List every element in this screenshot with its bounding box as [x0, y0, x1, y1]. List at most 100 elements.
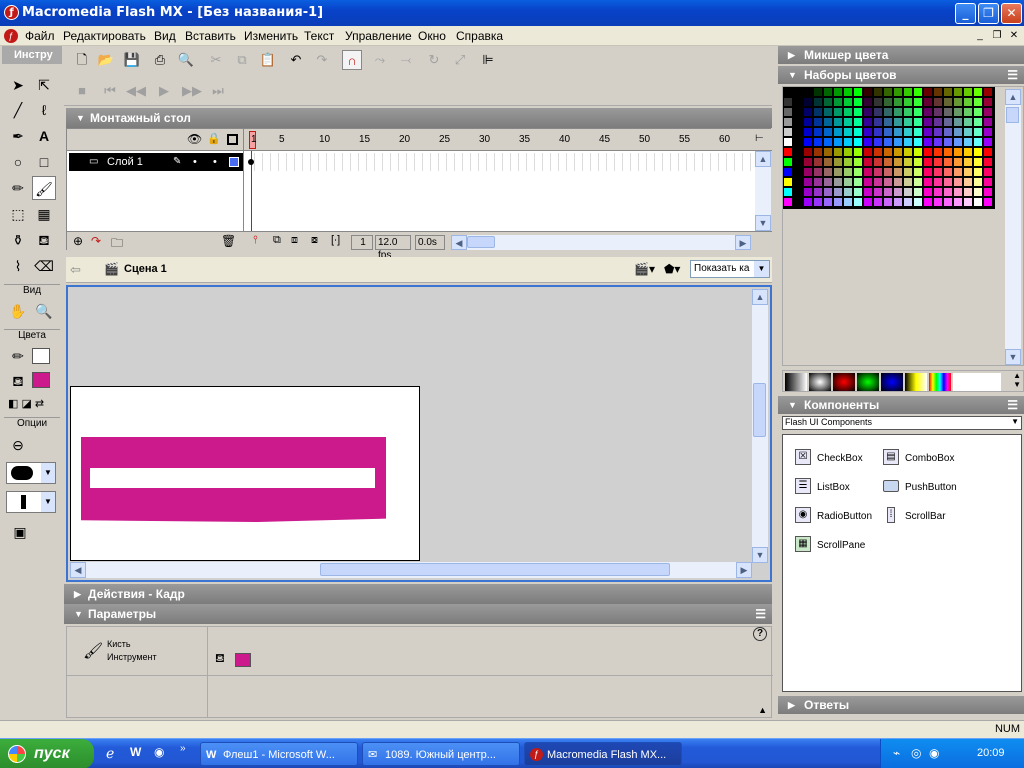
color-swatch[interactable] [864, 178, 872, 186]
stage-vscrollbar[interactable]: ▲ ▼ [752, 289, 768, 563]
color-swatch[interactable] [814, 148, 822, 156]
color-swatch[interactable] [794, 128, 802, 136]
menu-file[interactable]: Файл [25, 29, 55, 43]
current-frame-field[interactable]: 1 [351, 235, 373, 250]
color-swatch[interactable] [954, 118, 962, 126]
menu-edit[interactable]: Редактировать [63, 29, 146, 43]
color-swatch[interactable] [804, 188, 812, 196]
lock-dot-icon[interactable]: • [213, 153, 217, 171]
color-swatch[interactable] [914, 178, 922, 186]
step-forward-icon[interactable]: ▶▶ [182, 81, 202, 101]
fill-transform-tool-icon[interactable]: ▦ [32, 202, 56, 226]
copy-icon[interactable]: ⧉ [232, 50, 252, 70]
color-swatch[interactable] [954, 168, 962, 176]
color-swatch[interactable] [834, 138, 842, 146]
color-swatch[interactable] [874, 108, 882, 116]
restore-button[interactable]: ❐ [978, 3, 999, 24]
color-swatch[interactable] [874, 158, 882, 166]
color-swatch[interactable] [954, 198, 962, 206]
new-file-icon[interactable]: 🗋 [72, 50, 92, 70]
color-swatch[interactable] [984, 118, 992, 126]
color-swatch[interactable] [874, 138, 882, 146]
scroll-down-icon[interactable]: ▼ [1005, 349, 1021, 365]
color-swatch[interactable] [934, 128, 942, 136]
color-swatch[interactable] [834, 158, 842, 166]
scroll-up-icon[interactable]: ▲ [1005, 89, 1021, 105]
color-swatch[interactable] [874, 118, 882, 126]
color-swatch[interactable] [874, 98, 882, 106]
color-swatch[interactable] [954, 178, 962, 186]
color-swatch[interactable] [864, 198, 872, 206]
panel-menu-icon[interactable]: ☰ [1007, 396, 1018, 414]
color-swatch[interactable] [794, 98, 802, 106]
doc-minimize-button[interactable]: _ [972, 29, 988, 43]
color-swatch[interactable] [974, 88, 982, 96]
color-swatch[interactable] [854, 108, 862, 116]
color-swatch[interactable] [934, 148, 942, 156]
color-swatch[interactable] [844, 88, 852, 96]
color-swatch[interactable] [984, 138, 992, 146]
fps-field[interactable]: 12.0 fps [375, 235, 411, 261]
color-swatch[interactable] [934, 138, 942, 146]
keyframe-dot[interactable] [248, 159, 254, 165]
zoom-select[interactable]: Показать ка ▼ [690, 260, 770, 278]
edit-multiple-icon[interactable]: ⧇ [311, 234, 318, 247]
color-swatch[interactable] [924, 178, 932, 186]
checkbox-component-icon[interactable]: ☒ [795, 449, 811, 465]
color-swatch[interactable] [934, 158, 942, 166]
save-icon[interactable]: 💾 [122, 50, 142, 70]
rewind-icon[interactable]: ⏮ [100, 81, 120, 101]
color-swatch[interactable] [944, 148, 952, 156]
oval-tool-icon[interactable]: ○ [6, 150, 30, 174]
redo-icon[interactable]: ↷ [312, 50, 332, 70]
color-swatch[interactable] [954, 138, 962, 146]
color-swatch[interactable] [924, 138, 932, 146]
color-swatch[interactable] [834, 148, 842, 156]
onion-skin-icon[interactable]: ⧉ [273, 234, 281, 247]
minimize-button[interactable]: _ [955, 3, 976, 24]
combobox-component-icon[interactable]: ▤ [883, 449, 899, 465]
color-swatch[interactable] [844, 198, 852, 206]
color-swatch[interactable] [984, 128, 992, 136]
task-browser[interactable]: ✉ 1089. Южный центр... [362, 742, 520, 766]
color-swatch[interactable] [934, 108, 942, 116]
color-swatch[interactable] [834, 168, 842, 176]
color-swatch[interactable] [864, 88, 872, 96]
color-swatch[interactable] [824, 168, 832, 176]
color-swatch[interactable] [974, 168, 982, 176]
close-button[interactable]: ✕ [1001, 3, 1022, 24]
gradient-swatch[interactable] [809, 373, 831, 391]
color-swatch[interactable] [984, 88, 992, 96]
start-button[interactable]: пуск [0, 739, 94, 768]
scroll-arrows-icon[interactable]: ▲ ▼ [1013, 371, 1021, 389]
color-swatch[interactable] [964, 98, 972, 106]
stage-hscrollbar[interactable]: ◀ ▶ [70, 562, 752, 578]
scroll-right-icon[interactable]: ▶ [735, 235, 751, 250]
color-swatch[interactable] [924, 88, 932, 96]
color-swatch[interactable] [924, 98, 932, 106]
undo-icon[interactable]: ↶ [286, 50, 306, 70]
tray-network-icon[interactable]: ◎ [911, 746, 921, 760]
color-swatch[interactable] [904, 128, 912, 136]
color-swatch[interactable] [864, 138, 872, 146]
color-swatch[interactable] [884, 158, 892, 166]
text-tool-icon[interactable]: A [32, 124, 56, 148]
scroll-thumb[interactable] [320, 563, 670, 576]
color-swatch[interactable] [874, 128, 882, 136]
color-swatch[interactable] [934, 178, 942, 186]
edit-symbol-icon[interactable]: ⬟▾ [664, 262, 680, 276]
straighten-icon[interactable]: ⤙ [396, 50, 416, 70]
free-transform-tool-icon[interactable]: ⬚ [6, 202, 30, 226]
color-swatch[interactable] [984, 108, 992, 116]
components-title[interactable]: ▼ Компоненты ☰ [778, 396, 1024, 414]
task-word[interactable]: W Флеш1 - Microsoft W... [200, 742, 358, 766]
color-swatch[interactable] [924, 148, 932, 156]
color-swatch[interactable] [914, 188, 922, 196]
color-swatch[interactable] [794, 108, 802, 116]
color-swatch[interactable] [874, 198, 882, 206]
color-swatch[interactable] [854, 148, 862, 156]
color-swatch[interactable] [904, 98, 912, 106]
color-swatch[interactable] [854, 138, 862, 146]
scroll-down-icon[interactable]: ▼ [752, 547, 768, 563]
rectangle-tool-icon[interactable]: □ [32, 150, 56, 174]
